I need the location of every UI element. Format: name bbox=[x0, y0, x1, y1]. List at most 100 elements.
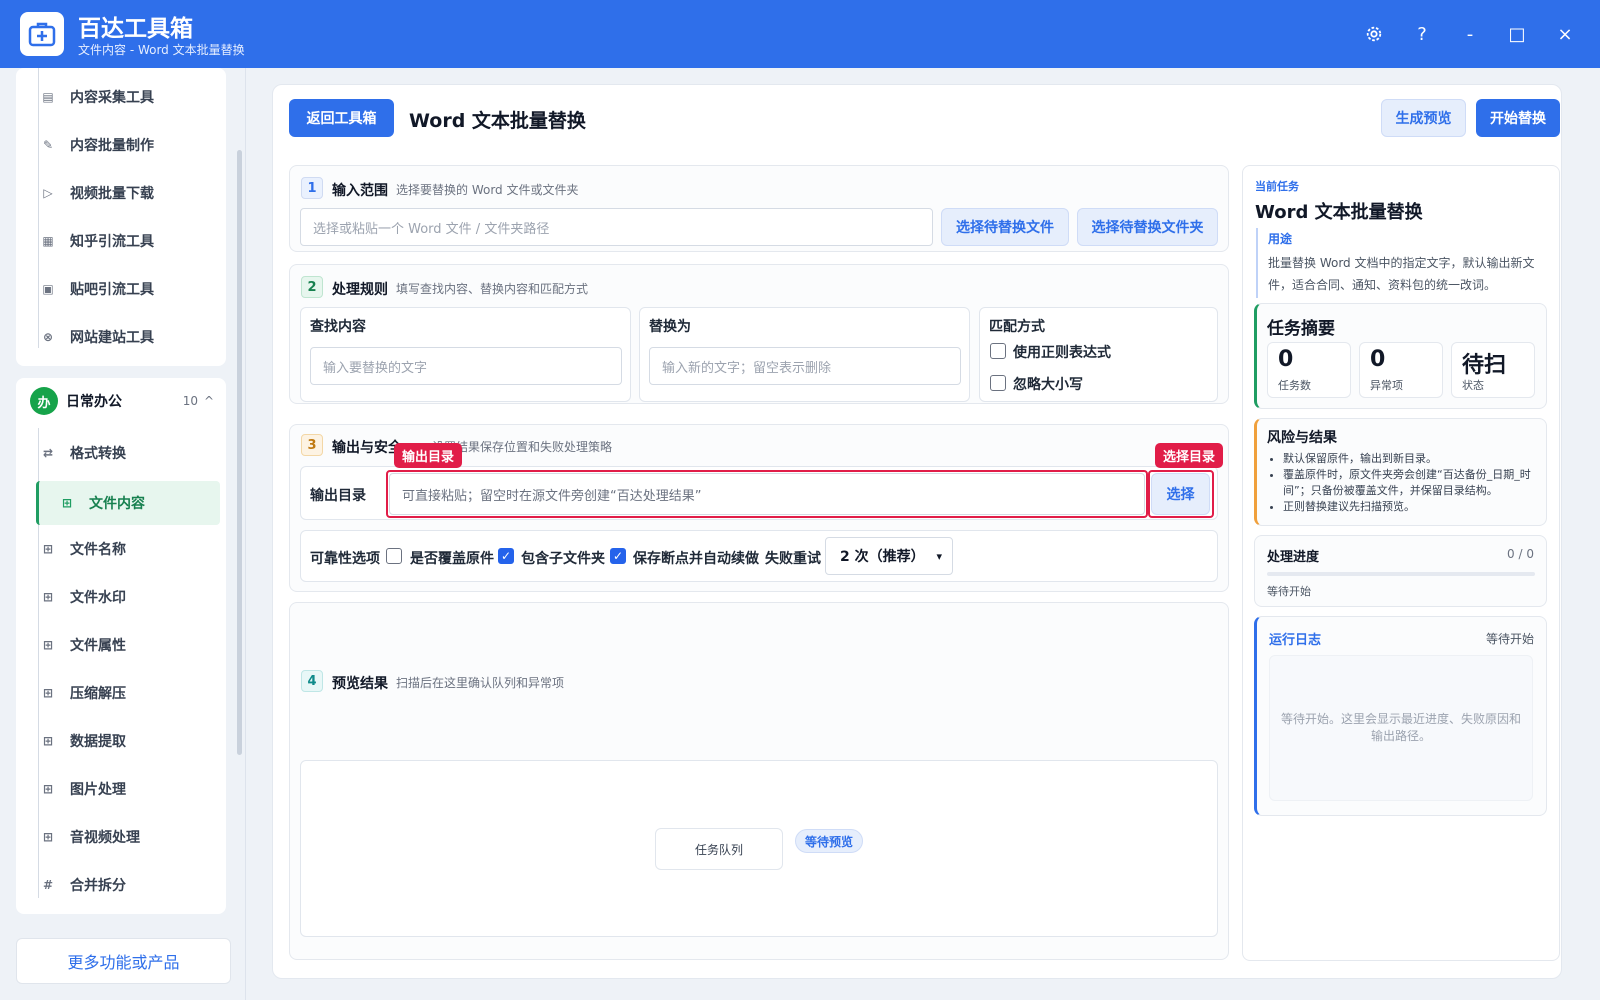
globe-icon: ⊗ bbox=[42, 330, 54, 344]
section-desc: 填写查找内容、替换内容和匹配方式 bbox=[396, 282, 589, 296]
find-label: 查找内容 bbox=[310, 319, 366, 335]
generate-preview-button[interactable]: 生成预览 bbox=[1381, 99, 1466, 137]
sidebar-item-compress[interactable]: ⊞ 压缩解压 bbox=[20, 673, 202, 713]
step-number: 4 bbox=[301, 670, 323, 692]
progress-status: 等待开始 bbox=[1267, 585, 1311, 598]
sidebar-item-label: 网站建站工具 bbox=[70, 330, 154, 346]
queue-status-badge: 等待预览 bbox=[795, 829, 863, 853]
resume-checkbox[interactable]: ✓ bbox=[610, 548, 626, 564]
grid-icon: ▦ bbox=[42, 234, 54, 248]
risk-card: 风险与结果 默认保留原件，输出到新目录。 覆盖原件时，原文件夹旁会创建“百达备份… bbox=[1254, 418, 1547, 526]
list-item: 正则替换建议先扫描预览。 bbox=[1283, 499, 1541, 515]
step-number: 3 bbox=[301, 434, 323, 456]
sidebar-item-label: 压缩解压 bbox=[70, 686, 126, 702]
overwrite-checkbox[interactable] bbox=[386, 548, 402, 564]
task-queue-tab[interactable]: 任务队列 bbox=[655, 828, 783, 870]
sidebar-item-label: 内容批量制作 bbox=[70, 138, 154, 154]
sidebar-group-office[interactable]: 办 日常办公 10 ^ bbox=[16, 378, 226, 424]
replace-input[interactable]: 输入新的文字；留空表示删除 bbox=[649, 347, 961, 385]
sidebar-item-label: 文件属性 bbox=[70, 638, 126, 654]
stat-error-count: 0 异常项 bbox=[1359, 342, 1443, 398]
log-title: 运行日志 bbox=[1269, 633, 1322, 648]
sidebar-item-label: 图片处理 bbox=[70, 782, 126, 798]
section-desc: 选择要替换的 Word 文件或文件夹 bbox=[396, 183, 579, 197]
close-button[interactable]: × bbox=[1551, 20, 1579, 48]
retry-select[interactable]: 2 次（推荐） ▾ bbox=[825, 537, 953, 575]
regex-checkbox[interactable] bbox=[990, 343, 1006, 359]
sidebar-item-label: 视频批量下载 bbox=[70, 186, 154, 202]
step-number: 1 bbox=[301, 177, 323, 199]
sidebar-item-image[interactable]: ⊞ 图片处理 bbox=[20, 769, 202, 809]
risk-list: 默认保留原件，输出到新目录。 覆盖原件时，原文件夹旁会创建“百达备份_日期_时间… bbox=[1283, 451, 1541, 515]
sidebar-item-file-watermark[interactable]: ⊞ 文件水印 bbox=[20, 577, 202, 617]
select-files-button[interactable]: 选择待替换文件 bbox=[941, 208, 1069, 246]
sidebar-scrollbar[interactable] bbox=[237, 150, 242, 755]
help-button[interactable]: ? bbox=[1408, 20, 1436, 48]
section-title: 处理规则 bbox=[332, 282, 388, 298]
sidebar-item-av[interactable]: ⊞ 音视频处理 bbox=[20, 817, 202, 857]
more-products-button[interactable]: 更多功能或产品 bbox=[16, 938, 231, 984]
title-bar: 百达工具箱 文件内容 - Word 文本批量替换 ? - □ × bbox=[0, 0, 1600, 68]
start-replace-button[interactable]: 开始替换 bbox=[1476, 99, 1560, 137]
regex-label: 使用正则表达式 bbox=[1013, 345, 1111, 361]
grid-icon: ⊞ bbox=[61, 496, 73, 510]
grid-icon: ⊞ bbox=[42, 638, 54, 652]
highlight-pick-frame bbox=[1148, 470, 1214, 518]
app-subtitle: 文件内容 - Word 文本批量替换 bbox=[78, 43, 245, 57]
pick-dir-tag: 选择目录 bbox=[1155, 443, 1224, 468]
step-number: 2 bbox=[301, 276, 323, 298]
office-badge-icon: 办 bbox=[30, 387, 58, 415]
back-to-toolbox-button[interactable]: 返回工具箱 bbox=[289, 99, 394, 137]
sidebar-item-label: 文件水印 bbox=[70, 590, 126, 606]
sidebar-item-content-collect[interactable]: ▤ 内容采集工具 bbox=[20, 77, 202, 117]
sidebar-item-tieba[interactable]: ▣ 贴吧引流工具 bbox=[20, 269, 202, 309]
purpose-label: 用途 bbox=[1268, 232, 1293, 246]
sidebar-item-data-extract[interactable]: ⊞ 数据提取 bbox=[20, 721, 202, 761]
pen-icon: ✎ bbox=[42, 138, 54, 152]
sidebar-item-file-name[interactable]: ⊞ 文件名称 bbox=[20, 529, 202, 569]
sidebar-item-merge-split[interactable]: # 合并拆分 bbox=[20, 865, 202, 905]
sidebar-item-video-download[interactable]: ▷ 视频批量下载 bbox=[20, 173, 202, 213]
sidebar-item-label: 数据提取 bbox=[70, 734, 126, 750]
output-dir-tag: 输出目录 bbox=[394, 443, 463, 468]
gear-icon[interactable] bbox=[1360, 20, 1388, 48]
stat-value: 0 bbox=[1278, 347, 1294, 372]
sidebar-item-file-attr[interactable]: ⊞ 文件属性 bbox=[20, 625, 202, 665]
stat-label: 任务数 bbox=[1278, 379, 1311, 392]
swap-icon: ⇄ bbox=[42, 446, 54, 460]
sidebar-item-label: 合并拆分 bbox=[70, 878, 126, 894]
section-title: 预览结果 bbox=[332, 676, 388, 692]
find-input[interactable]: 输入要替换的文字 bbox=[310, 347, 622, 385]
ignore-case-checkbox[interactable] bbox=[990, 375, 1006, 391]
minimize-button[interactable]: - bbox=[1456, 20, 1484, 48]
replace-label: 替换为 bbox=[649, 319, 691, 335]
select-folder-button[interactable]: 选择待替换文件夹 bbox=[1077, 208, 1218, 246]
subfolder-checkbox[interactable]: ✓ bbox=[498, 548, 514, 564]
panel-kicker: 当前任务 bbox=[1255, 180, 1299, 193]
maximize-button[interactable]: □ bbox=[1503, 20, 1531, 48]
sidebar-item-format-convert[interactable]: ⇄ 格式转换 bbox=[20, 433, 202, 473]
stat-status: 待扫 状态 bbox=[1451, 342, 1535, 398]
list-icon: ▤ bbox=[42, 90, 54, 104]
sidebar-item-label: 知乎引流工具 bbox=[70, 234, 154, 250]
list-item: 默认保留原件，输出到新目录。 bbox=[1283, 451, 1541, 467]
stat-label: 状态 bbox=[1462, 379, 1484, 392]
stat-value: 待扫 bbox=[1462, 353, 1507, 378]
source-path-input[interactable]: 选择或粘贴一个 Word 文件 / 文件夹路径 bbox=[300, 208, 933, 246]
progress-count: 0 / 0 bbox=[1507, 547, 1534, 561]
chevron-down-icon: ▾ bbox=[936, 549, 942, 563]
app-title: 百达工具箱 bbox=[78, 16, 193, 42]
sidebar-item-zhihu[interactable]: ▦ 知乎引流工具 bbox=[20, 221, 202, 261]
hash-icon: # bbox=[42, 878, 54, 892]
summary-title: 任务摘要 bbox=[1267, 319, 1335, 339]
sidebar-item-file-content[interactable]: ⊞ 文件内容 bbox=[36, 481, 220, 525]
sidebar-item-website[interactable]: ⊗ 网站建站工具 bbox=[20, 317, 202, 357]
overwrite-label: 是否覆盖原件 bbox=[410, 551, 494, 567]
sidebar-item-content-batch[interactable]: ✎ 内容批量制作 bbox=[20, 125, 202, 165]
sidebar-item-label: 文件内容 bbox=[89, 496, 145, 512]
purpose-bar bbox=[1256, 228, 1258, 298]
output-label: 输出目录 bbox=[310, 488, 366, 504]
chevron-up-icon[interactable]: ^ bbox=[204, 394, 214, 408]
summary-card: 任务摘要 0 任务数 0 异常项 待扫 状态 bbox=[1254, 303, 1547, 409]
purpose-text: 批量替换 Word 文档中的指定文字，默认输出新文件，适合合同、通知、资料包的统… bbox=[1268, 256, 1535, 292]
